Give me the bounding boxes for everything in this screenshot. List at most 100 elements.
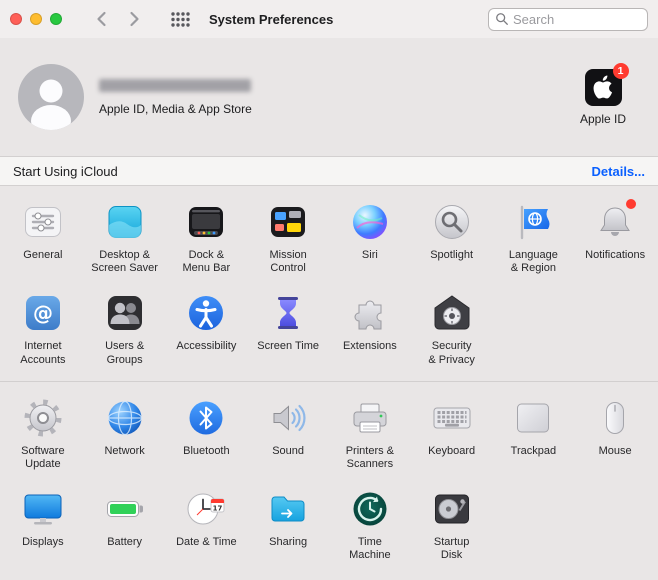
forward-button[interactable] (124, 6, 144, 32)
show-all-grid-button[interactable] (170, 6, 191, 32)
pref-item-battery[interactable]: Battery (84, 487, 166, 562)
language-region-icon (511, 200, 555, 244)
pref-item-label: Bluetooth (183, 444, 230, 457)
pref-item-label: Accessibility (176, 340, 237, 353)
person-silhouette-icon (18, 64, 84, 130)
pref-item-label: Screen Time (257, 340, 319, 353)
pref-item-sharing[interactable]: Sharing (247, 487, 329, 562)
pref-item-label: Keyboard (428, 444, 476, 457)
pref-item-screen-time[interactable]: Screen Time (247, 291, 329, 366)
pref-item-label: Mission Control (269, 249, 307, 275)
pref-item-label: Language & Region (508, 249, 558, 275)
system-preferences-window: System Preferences Apple ID, Media & App… (0, 0, 658, 580)
pref-item-label: Internet Accounts (20, 340, 66, 366)
account-name-redacted (99, 78, 251, 92)
software-update-icon (21, 396, 65, 440)
pref-item-time-machine[interactable]: Time Machine (329, 487, 411, 562)
pref-item-label: Users & Groups (105, 340, 145, 366)
pref-item-sound[interactable]: Sound (247, 396, 329, 471)
pref-item-displays[interactable]: Displays (2, 487, 84, 562)
pref-item-siri[interactable]: Siri (329, 200, 411, 275)
minimize-button[interactable] (30, 13, 42, 25)
pref-item-label: Security & Privacy (428, 340, 475, 366)
pref-item-internet-accounts[interactable]: @ Internet Accounts (2, 291, 84, 366)
svg-text:@: @ (33, 301, 53, 325)
pref-item-label: Dock & Menu Bar (182, 249, 231, 275)
accessibility-icon (184, 291, 228, 335)
window-title: System Preferences (209, 11, 334, 27)
pref-item-software-update[interactable]: Software Update (2, 396, 84, 471)
pref-item-date-time[interactable]: 17 Date & Time (166, 487, 248, 562)
pref-item-trackpad[interactable]: Trackpad (493, 396, 575, 471)
icloud-banner: Start Using iCloud Details... (0, 156, 658, 186)
displays-icon (21, 487, 65, 531)
startup-disk-icon (430, 487, 474, 531)
battery-icon (103, 487, 147, 531)
pref-item-notifications[interactable]: Notifications (574, 198, 656, 275)
pref-item-startup-disk[interactable]: Startup Disk (411, 487, 493, 562)
window-controls (10, 13, 62, 25)
pref-item-language-region[interactable]: Language & Region (493, 200, 575, 275)
search-field[interactable] (488, 7, 648, 31)
pref-item-label: Network (104, 444, 145, 457)
dock-menubar-icon (184, 200, 228, 244)
desktop-screensaver-icon (103, 200, 147, 244)
chevron-left-icon (97, 11, 106, 27)
pref-item-extensions[interactable]: Extensions (329, 291, 411, 366)
pref-item-label: Printers & Scanners (345, 444, 395, 470)
apple-id-button[interactable]: 1 Apple ID (564, 62, 642, 126)
pref-item-keyboard[interactable]: Keyboard (411, 396, 493, 471)
network-icon (103, 396, 147, 440)
security-privacy-icon (430, 291, 474, 335)
pref-item-label: Time Machine (349, 536, 391, 562)
spotlight-icon (430, 200, 474, 244)
apple-id-badge: 1 (612, 62, 629, 79)
pref-item-mouse[interactable]: Mouse (574, 396, 656, 471)
account-info: Apple ID, Media & App Store (99, 78, 252, 116)
pref-item-label: General (23, 249, 63, 261)
search-input[interactable] (513, 11, 641, 27)
apple-logo-icon: 1 (584, 62, 629, 106)
pref-item-spotlight[interactable]: Spotlight (411, 200, 493, 275)
close-button[interactable] (10, 13, 22, 25)
titlebar: System Preferences (0, 0, 658, 38)
pref-item-label: Trackpad (510, 444, 557, 457)
pref-item-network[interactable]: Network (84, 396, 166, 471)
mission-control-icon (266, 200, 310, 244)
general-icon (21, 200, 65, 244)
pref-item-label: Extensions (342, 340, 397, 353)
mouse-icon (593, 396, 637, 440)
pref-item-label: Sharing (269, 536, 308, 549)
pref-item-label: Siri (361, 249, 378, 261)
pref-group-system: General Desktop & Screen Saver Dock & Menu… (0, 186, 658, 381)
notifications-icon (593, 198, 638, 244)
pref-item-general[interactable]: General (2, 200, 84, 275)
back-button[interactable] (92, 6, 112, 32)
zoom-button[interactable] (50, 13, 62, 25)
pref-item-label: Desktop & Screen Saver (91, 249, 158, 275)
pref-item-printers-scanners[interactable]: Printers & Scanners (329, 396, 411, 471)
pref-item-dock-menu-bar[interactable]: Dock & Menu Bar (166, 200, 248, 275)
chevron-right-icon (130, 11, 139, 27)
time-machine-icon (348, 487, 392, 531)
avatar[interactable] (18, 64, 84, 130)
preferences-grid: General Desktop & Screen Saver Dock & Menu… (0, 186, 658, 580)
keyboard-icon (430, 396, 474, 440)
apple-id-label: Apple ID (579, 111, 627, 126)
pref-item-mission-control[interactable]: Mission Control (247, 200, 329, 275)
pref-item-desktop-screen-saver[interactable]: Desktop & Screen Saver (84, 200, 166, 275)
pref-item-label: Mouse (598, 444, 632, 457)
pref-item-accessibility[interactable]: Accessibility (166, 291, 248, 366)
apple-id-section: Apple ID, Media & App Store 1 Apple ID (0, 38, 658, 156)
pref-item-bluetooth[interactable]: Bluetooth (166, 396, 248, 471)
pref-item-security-privacy[interactable]: Security & Privacy (411, 291, 493, 366)
pref-item-label: Spotlight (430, 249, 474, 261)
pref-item-users-groups[interactable]: Users & Groups (84, 291, 166, 366)
screen-time-icon (266, 291, 310, 335)
details-link[interactable]: Details... (592, 164, 645, 179)
search-icon (495, 12, 509, 26)
svg-text:17: 17 (213, 505, 223, 513)
pref-item-label: Sound (272, 444, 305, 457)
printers-scanners-icon (348, 396, 392, 440)
pref-group-hardware: Software Update Network Bluetooth Sound Prin… (0, 382, 658, 577)
